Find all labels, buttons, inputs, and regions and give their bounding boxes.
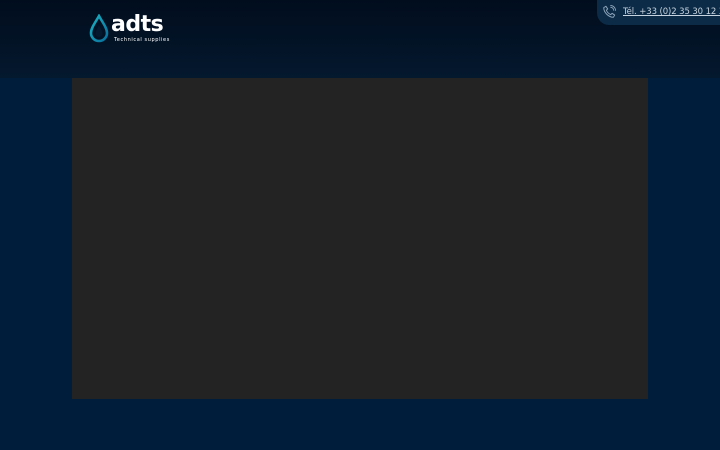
logo-wordmark: adts: [111, 12, 164, 37]
page: adts Technical supplies Tél. +33 (0)2 35…: [0, 0, 720, 450]
logo-tagline: Technical supplies: [114, 37, 170, 43]
phone-link[interactable]: Tél. +33 (0)2 35 30 12 30: [623, 7, 720, 18]
phone-icon: [603, 5, 616, 18]
phone-contact: Tél. +33 (0)2 35 30 12 30: [597, 0, 720, 25]
site-header: adts Technical supplies Tél. +33 (0)2 35…: [0, 0, 720, 78]
water-drop-icon: [89, 14, 109, 43]
video-player[interactable]: [72, 78, 648, 399]
adts-logo[interactable]: adts Technical supplies: [88, 12, 178, 46]
